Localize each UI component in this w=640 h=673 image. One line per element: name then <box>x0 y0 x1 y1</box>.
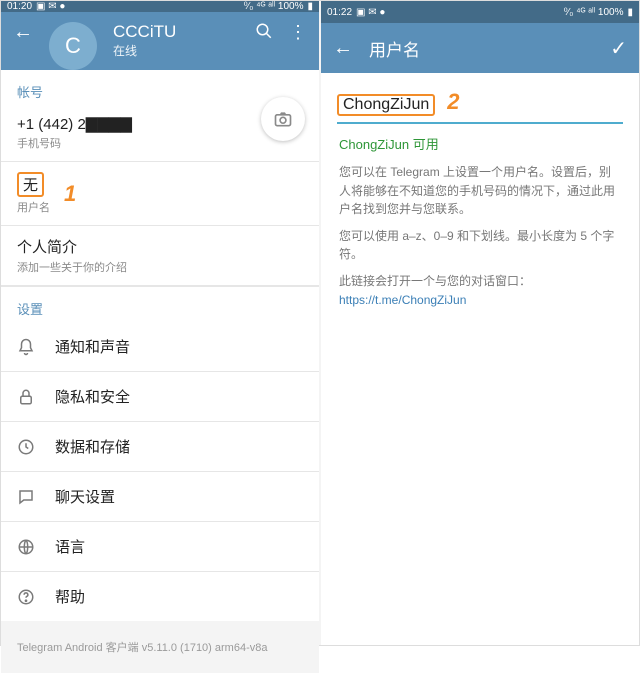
item-label: 聊天设置 <box>55 486 115 507</box>
more-icon[interactable]: ⋮ <box>289 22 307 43</box>
battery-icon: ▮ <box>627 7 633 18</box>
profile-header: ← C CCCiTU 在线 ⋮ <box>1 12 319 70</box>
profile-name: CCCiTU <box>113 22 176 42</box>
username-input-row[interactable]: ChongZiJun 2 <box>337 89 623 124</box>
username-link[interactable]: https://t.me/ChongZiJun <box>339 293 466 307</box>
username-available: ChongZiJun 可用 <box>321 126 639 159</box>
back-icon[interactable]: ← <box>13 22 33 42</box>
username-input[interactable]: ChongZiJun <box>337 94 435 116</box>
clock-icon <box>17 438 37 456</box>
annotation-2: 2 <box>447 89 459 115</box>
row-username[interactable]: 无 用户名 1 <box>1 162 319 226</box>
item-label: 隐私和安全 <box>55 386 130 407</box>
link-intro: 此链接会打开一个与您的对话窗口： <box>339 274 531 288</box>
profile-status: 在线 <box>113 42 176 59</box>
bio-value: 个人简介 <box>17 236 303 257</box>
globe-icon <box>17 538 37 556</box>
status-icons-right: ⁰⁄₀ ⁴ᴳ ᵃˡˡ 100% <box>564 7 624 18</box>
status-time: 01:22 <box>327 7 352 18</box>
status-time: 01:20 <box>7 1 32 12</box>
row-bio[interactable]: 个人简介 添加一些关于你的介绍 <box>1 226 319 285</box>
item-chat[interactable]: 聊天设置 <box>1 472 319 522</box>
annotation-1: 1 <box>64 181 76 207</box>
help-icon <box>17 588 37 606</box>
phone-label: 手机号码 <box>17 135 303 151</box>
search-icon[interactable] <box>255 22 273 40</box>
chat-icon <box>17 488 37 506</box>
item-label: 数据和存储 <box>55 436 130 457</box>
bell-icon <box>17 338 37 356</box>
status-icons-left: ▣ ✉ ● <box>356 7 385 18</box>
status-icons-right: ⁰⁄₀ ⁴ᴳ ᵃˡˡ 100% <box>244 1 304 12</box>
item-language[interactable]: 语言 <box>1 522 319 572</box>
username-label: 用户名 <box>17 199 50 215</box>
section-settings-label: 设置 <box>1 287 319 322</box>
help-text-3: 此链接会打开一个与您的对话窗口： https://t.me/ChongZiJun <box>321 268 639 313</box>
username-header: ← 用户名 ✓ <box>321 23 639 73</box>
bio-label: 添加一些关于你的介绍 <box>17 259 303 275</box>
avatar[interactable]: C <box>49 22 97 70</box>
item-label: 语言 <box>55 536 85 557</box>
avatar-letter: C <box>65 33 81 59</box>
help-text-1: 您可以在 Telegram 上设置一个用户名。设置后，别人将能够在不知道您的手机… <box>321 159 639 223</box>
page-title: 用户名 <box>369 36 420 61</box>
status-icons-left: ▣ ✉ ● <box>36 1 65 12</box>
item-privacy[interactable]: 隐私和安全 <box>1 372 319 422</box>
confirm-icon[interactable]: ✓ <box>610 36 627 61</box>
back-icon[interactable]: ← <box>333 38 353 58</box>
item-help[interactable]: 帮助 <box>1 572 319 621</box>
lock-icon <box>17 388 37 406</box>
screen-settings: 01:20 ▣ ✉ ● ⁰⁄₀ ⁴ᴳ ᵃˡˡ 100%▮ ← C CCCiTU 在… <box>1 1 319 645</box>
version-footer: Telegram Android 客户端 v5.11.0 (1710) arm6… <box>1 621 319 673</box>
status-bar: 01:20 ▣ ✉ ● ⁰⁄₀ ⁴ᴳ ᵃˡˡ 100%▮ <box>1 1 319 12</box>
username-value: 无 <box>17 172 44 197</box>
battery-icon: ▮ <box>307 1 313 12</box>
screen-username: 01:22 ▣ ✉ ● ⁰⁄₀ ⁴ᴳ ᵃˡˡ 100%▮ ← 用户名 ✓ Chon… <box>319 1 639 645</box>
item-label: 帮助 <box>55 586 85 607</box>
status-bar: 01:22 ▣ ✉ ● ⁰⁄₀ ⁴ᴳ ᵃˡˡ 100%▮ <box>321 1 639 23</box>
camera-button[interactable] <box>261 97 305 141</box>
item-notifications[interactable]: 通知和声音 <box>1 322 319 372</box>
help-text-2: 您可以使用 a–z、0–9 和下划线。最小长度为 5 个字符。 <box>321 223 639 268</box>
item-label: 通知和声音 <box>55 336 130 357</box>
item-data[interactable]: 数据和存储 <box>1 422 319 472</box>
